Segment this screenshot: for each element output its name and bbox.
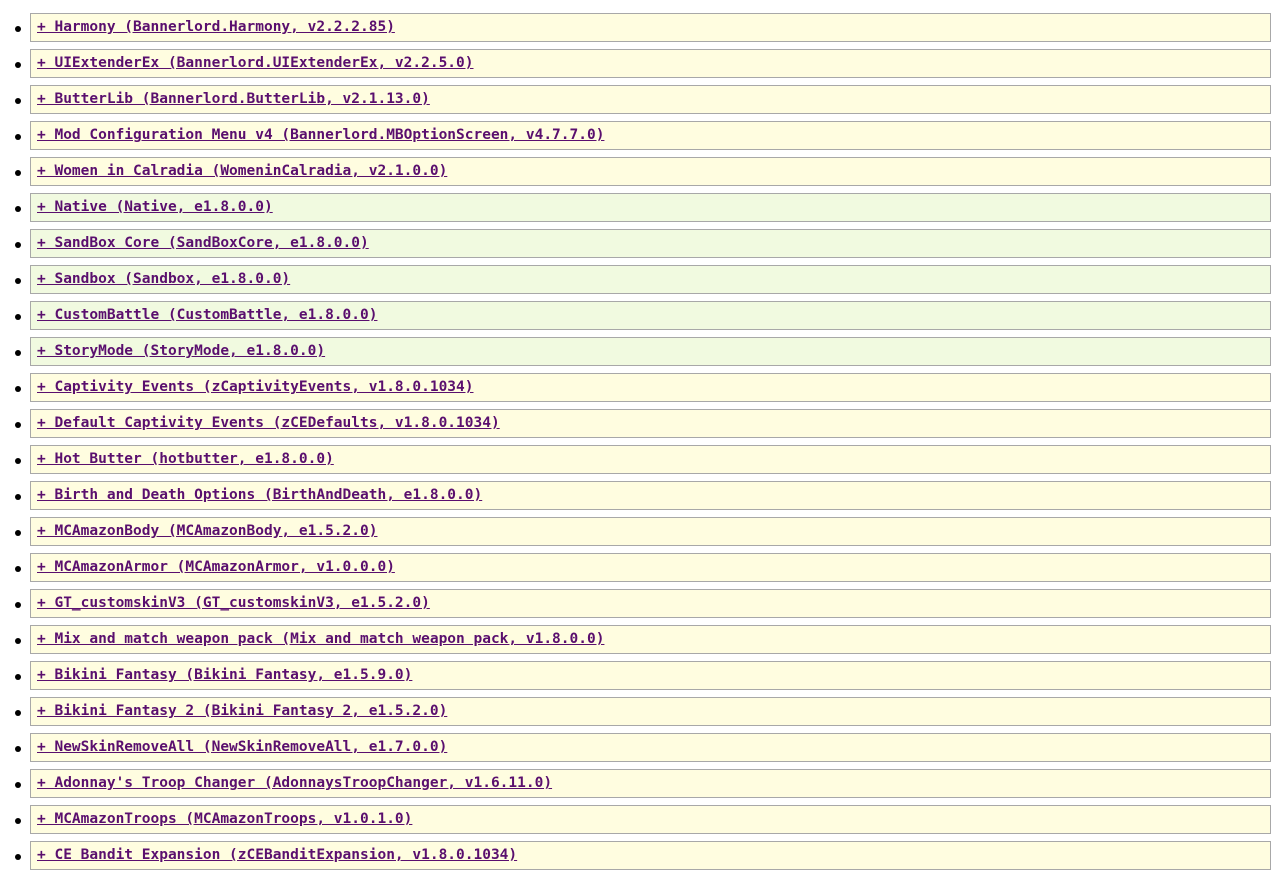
mod-entry: + NewSkinRemoveAll (NewSkinRemoveAll, e1… bbox=[30, 733, 1271, 762]
bullet bbox=[15, 494, 21, 500]
bullet bbox=[15, 314, 21, 320]
bullet bbox=[15, 242, 21, 248]
mod-entry: + Default Captivity Events (zCEDefaults,… bbox=[30, 409, 1271, 438]
mod-entry: + CE Bandit Expansion (zCEBanditExpansio… bbox=[30, 841, 1271, 870]
bullet bbox=[15, 854, 21, 860]
list-item: + Default Captivity Events (zCEDefaults,… bbox=[0, 409, 1282, 445]
list-item: + ButterLib (Bannerlord.ButterLib, v2.1.… bbox=[0, 85, 1282, 121]
mod-toggle-link[interactable]: + Mix and match weapon pack (Mix and mat… bbox=[37, 632, 604, 647]
mod-entry: + Harmony (Bannerlord.Harmony, v2.2.2.85… bbox=[30, 13, 1271, 42]
mod-toggle-link[interactable]: + GT_customskinV3 (GT_customskinV3, e1.5… bbox=[37, 596, 430, 611]
mod-toggle-link[interactable]: + Default Captivity Events (zCEDefaults,… bbox=[37, 416, 500, 431]
bullet bbox=[15, 746, 21, 752]
list-item: + Native (Native, e1.8.0.0) bbox=[0, 193, 1282, 229]
mod-entry: + UIExtenderEx (Bannerlord.UIExtenderEx,… bbox=[30, 49, 1271, 78]
mod-toggle-link[interactable]: + Birth and Death Options (BirthAndDeath… bbox=[37, 488, 482, 503]
mod-entry: + CustomBattle (CustomBattle, e1.8.0.0) bbox=[30, 301, 1271, 330]
bullet bbox=[15, 530, 21, 536]
list-item: + Mix and match weapon pack (Mix and mat… bbox=[0, 625, 1282, 661]
mod-entry: + StoryMode (StoryMode, e1.8.0.0) bbox=[30, 337, 1271, 366]
mod-toggle-link[interactable]: + Sandbox (Sandbox, e1.8.0.0) bbox=[37, 272, 290, 287]
list-item: + MCAmazonArmor (MCAmazonArmor, v1.0.0.0… bbox=[0, 553, 1282, 589]
bullet bbox=[15, 62, 21, 68]
bullet bbox=[15, 98, 21, 104]
list-item: + Adonnay's Troop Changer (AdonnaysTroop… bbox=[0, 769, 1282, 805]
mod-toggle-link[interactable]: + StoryMode (StoryMode, e1.8.0.0) bbox=[37, 344, 325, 359]
list-item: + MCAmazonBody (MCAmazonBody, e1.5.2.0) bbox=[0, 517, 1282, 553]
mod-toggle-link[interactable]: + MCAmazonTroops (MCAmazonTroops, v1.0.1… bbox=[37, 812, 412, 827]
list-item: + NewSkinRemoveAll (NewSkinRemoveAll, e1… bbox=[0, 733, 1282, 769]
bullet bbox=[15, 170, 21, 176]
mod-toggle-link[interactable]: + Mod Configuration Menu v4 (Bannerlord.… bbox=[37, 128, 604, 143]
mod-list: + Harmony (Bannerlord.Harmony, v2.2.2.85… bbox=[0, 0, 1282, 877]
list-item: + Captivity Events (zCaptivityEvents, v1… bbox=[0, 373, 1282, 409]
list-item: + UIExtenderEx (Bannerlord.UIExtenderEx,… bbox=[0, 49, 1282, 85]
mod-entry: + Sandbox (Sandbox, e1.8.0.0) bbox=[30, 265, 1271, 294]
mod-toggle-link[interactable]: + Bikini Fantasy 2 (Bikini Fantasy 2, e1… bbox=[37, 704, 447, 719]
bullet bbox=[15, 422, 21, 428]
mod-entry: + SandBox Core (SandBoxCore, e1.8.0.0) bbox=[30, 229, 1271, 258]
bullet bbox=[15, 206, 21, 212]
list-item: + Harmony (Bannerlord.Harmony, v2.2.2.85… bbox=[0, 13, 1282, 49]
list-item: + CE Bandit Expansion (zCEBanditExpansio… bbox=[0, 841, 1282, 877]
list-item: + Sandbox (Sandbox, e1.8.0.0) bbox=[0, 265, 1282, 301]
mod-entry: + Bikini Fantasy (Bikini Fantasy, e1.5.9… bbox=[30, 661, 1271, 690]
mod-entry: + MCAmazonBody (MCAmazonBody, e1.5.2.0) bbox=[30, 517, 1271, 546]
list-item: + Mod Configuration Menu v4 (Bannerlord.… bbox=[0, 121, 1282, 157]
mod-entry: + Birth and Death Options (BirthAndDeath… bbox=[30, 481, 1271, 510]
mod-entry: + Hot Butter (hotbutter, e1.8.0.0) bbox=[30, 445, 1271, 474]
mod-entry: + MCAmazonTroops (MCAmazonTroops, v1.0.1… bbox=[30, 805, 1271, 834]
mod-toggle-link[interactable]: + UIExtenderEx (Bannerlord.UIExtenderEx,… bbox=[37, 56, 474, 71]
bullet bbox=[15, 566, 21, 572]
mod-entry: + Mod Configuration Menu v4 (Bannerlord.… bbox=[30, 121, 1271, 150]
list-item: + MCAmazonTroops (MCAmazonTroops, v1.0.1… bbox=[0, 805, 1282, 841]
list-item: + Hot Butter (hotbutter, e1.8.0.0) bbox=[0, 445, 1282, 481]
list-item: + Birth and Death Options (BirthAndDeath… bbox=[0, 481, 1282, 517]
mod-toggle-link[interactable]: + ButterLib (Bannerlord.ButterLib, v2.1.… bbox=[37, 92, 430, 107]
mod-toggle-link[interactable]: + CE Bandit Expansion (zCEBanditExpansio… bbox=[37, 848, 517, 863]
mod-entry: + Mix and match weapon pack (Mix and mat… bbox=[30, 625, 1271, 654]
list-item: + Bikini Fantasy 2 (Bikini Fantasy 2, e1… bbox=[0, 697, 1282, 733]
bullet bbox=[15, 710, 21, 716]
mod-entry: + Adonnay's Troop Changer (AdonnaysTroop… bbox=[30, 769, 1271, 798]
bullet bbox=[15, 278, 21, 284]
bullet bbox=[15, 674, 21, 680]
mod-entry: + MCAmazonArmor (MCAmazonArmor, v1.0.0.0… bbox=[30, 553, 1271, 582]
bullet bbox=[15, 134, 21, 140]
bullet bbox=[15, 602, 21, 608]
mod-toggle-link[interactable]: + MCAmazonArmor (MCAmazonArmor, v1.0.0.0… bbox=[37, 560, 395, 575]
mod-toggle-link[interactable]: + NewSkinRemoveAll (NewSkinRemoveAll, e1… bbox=[37, 740, 447, 755]
mod-toggle-link[interactable]: + Bikini Fantasy (Bikini Fantasy, e1.5.9… bbox=[37, 668, 412, 683]
bullet bbox=[15, 386, 21, 392]
mod-entry: + Women in Calradia (WomeninCalradia, v2… bbox=[30, 157, 1271, 186]
list-item: + StoryMode (StoryMode, e1.8.0.0) bbox=[0, 337, 1282, 373]
mod-toggle-link[interactable]: + CustomBattle (CustomBattle, e1.8.0.0) bbox=[37, 308, 377, 323]
bullet bbox=[15, 782, 21, 788]
mod-entry: + Captivity Events (zCaptivityEvents, v1… bbox=[30, 373, 1271, 402]
mod-toggle-link[interactable]: + Adonnay's Troop Changer (AdonnaysTroop… bbox=[37, 776, 552, 791]
bullet bbox=[15, 818, 21, 824]
mod-entry: + Native (Native, e1.8.0.0) bbox=[30, 193, 1271, 222]
list-item: + CustomBattle (CustomBattle, e1.8.0.0) bbox=[0, 301, 1282, 337]
mod-entry: + ButterLib (Bannerlord.ButterLib, v2.1.… bbox=[30, 85, 1271, 114]
list-item: + GT_customskinV3 (GT_customskinV3, e1.5… bbox=[0, 589, 1282, 625]
mod-toggle-link[interactable]: + Harmony (Bannerlord.Harmony, v2.2.2.85… bbox=[37, 20, 395, 35]
mod-toggle-link[interactable]: + Women in Calradia (WomeninCalradia, v2… bbox=[37, 164, 447, 179]
mod-toggle-link[interactable]: + Captivity Events (zCaptivityEvents, v1… bbox=[37, 380, 474, 395]
mod-entry: + Bikini Fantasy 2 (Bikini Fantasy 2, e1… bbox=[30, 697, 1271, 726]
bullet bbox=[15, 638, 21, 644]
list-item: + Women in Calradia (WomeninCalradia, v2… bbox=[0, 157, 1282, 193]
bullet bbox=[15, 26, 21, 32]
bullet bbox=[15, 458, 21, 464]
mod-toggle-link[interactable]: + Hot Butter (hotbutter, e1.8.0.0) bbox=[37, 452, 334, 467]
mod-toggle-link[interactable]: + MCAmazonBody (MCAmazonBody, e1.5.2.0) bbox=[37, 524, 377, 539]
list-item: + Bikini Fantasy (Bikini Fantasy, e1.5.9… bbox=[0, 661, 1282, 697]
bullet bbox=[15, 350, 21, 356]
mod-entry: + GT_customskinV3 (GT_customskinV3, e1.5… bbox=[30, 589, 1271, 618]
mod-toggle-link[interactable]: + SandBox Core (SandBoxCore, e1.8.0.0) bbox=[37, 236, 369, 251]
list-item: + SandBox Core (SandBoxCore, e1.8.0.0) bbox=[0, 229, 1282, 265]
mod-toggle-link[interactable]: + Native (Native, e1.8.0.0) bbox=[37, 200, 273, 215]
